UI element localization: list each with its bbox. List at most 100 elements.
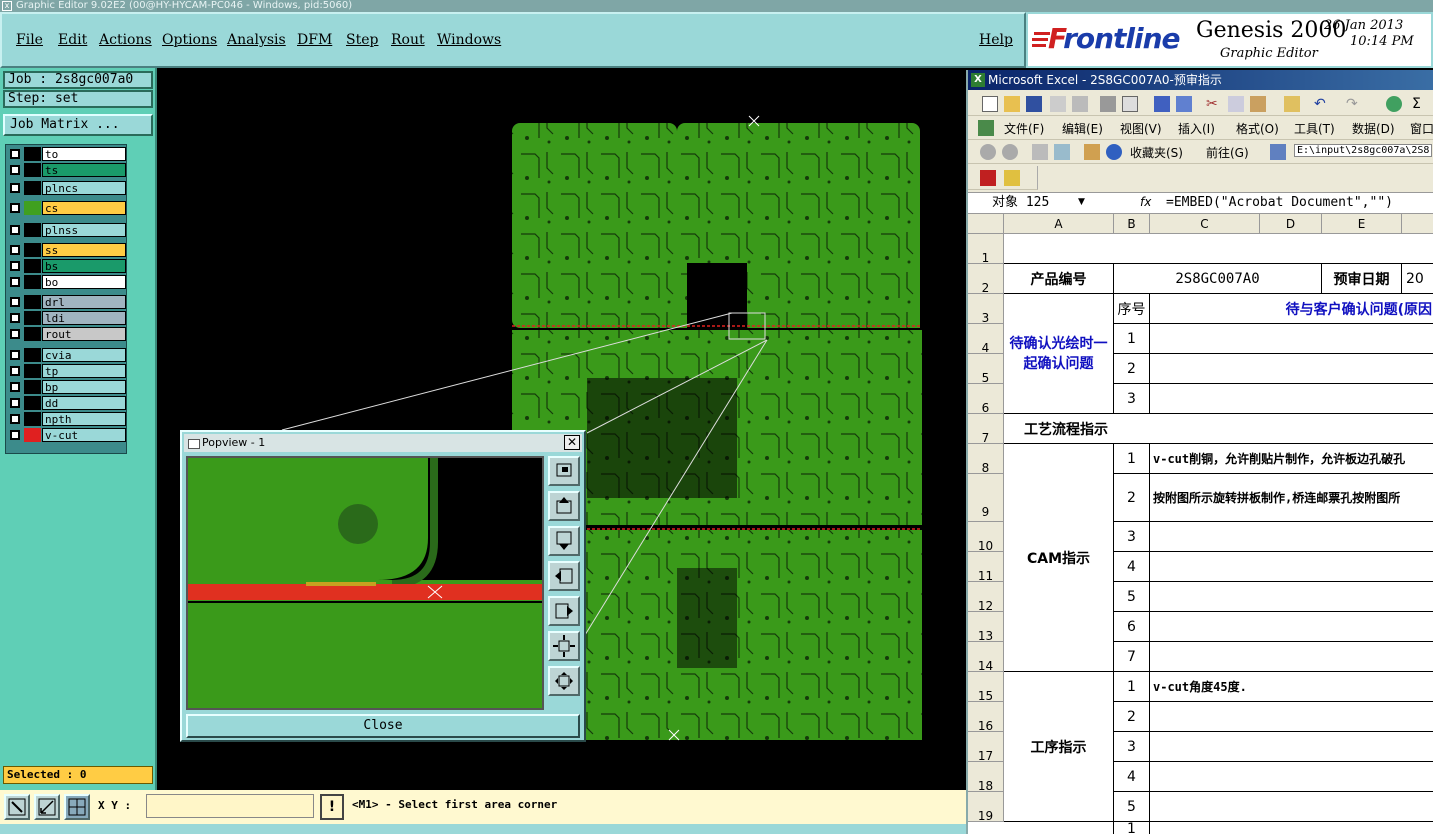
new-icon[interactable] (982, 96, 998, 112)
layer-checkbox[interactable] (10, 313, 20, 323)
layer-color-swatch[interactable] (24, 181, 41, 195)
popview-pan-right-button[interactable] (548, 596, 580, 626)
spelling-icon[interactable] (1154, 96, 1170, 112)
col-header-f[interactable] (1402, 214, 1433, 234)
layer-name[interactable]: to (42, 147, 126, 161)
content-cell[interactable] (1150, 762, 1433, 792)
layer-name[interactable]: plncs (42, 181, 126, 195)
menu-actions[interactable]: Actions (99, 32, 152, 48)
layer-color-swatch[interactable] (24, 380, 41, 394)
menu-dfm[interactable]: DFM (297, 32, 332, 48)
hyperlink-icon[interactable] (1386, 96, 1402, 112)
menu-rout[interactable]: Rout (391, 32, 425, 48)
layer-row-rout[interactable]: rout (8, 327, 126, 341)
layer-checkbox[interactable] (10, 203, 20, 213)
layer-checkbox[interactable] (10, 245, 20, 255)
layer-row-plnss[interactable]: plnss (8, 223, 126, 237)
row-header-4[interactable]: 4 (968, 324, 1004, 355)
content-cell[interactable] (1150, 792, 1433, 822)
select-mode-button[interactable] (4, 794, 30, 820)
paste-icon[interactable] (1250, 96, 1266, 112)
layer-name[interactable]: dd (42, 396, 126, 410)
seq-header[interactable]: 序号 (1114, 294, 1150, 324)
forward-icon[interactable] (1002, 144, 1018, 160)
excel-menu-insert[interactable]: 插入(I) (1178, 120, 1215, 137)
row-header-15[interactable]: 15 (968, 672, 1004, 703)
menu-analysis[interactable]: Analysis (227, 32, 286, 48)
excel-menu-data[interactable]: 数据(D) (1352, 120, 1395, 137)
content-cell[interactable] (1150, 612, 1433, 642)
layer-checkbox[interactable] (10, 225, 20, 235)
layer-color-swatch[interactable] (24, 327, 41, 341)
col-header-d[interactable]: D (1260, 214, 1322, 234)
row-header-14[interactable]: 14 (968, 642, 1004, 673)
row-header-10[interactable]: 10 (968, 522, 1004, 553)
layer-color-swatch[interactable] (24, 163, 41, 177)
layer-row-ss[interactable]: ss (8, 243, 126, 257)
menu-options[interactable]: Options (162, 32, 217, 48)
job-matrix-button[interactable]: Job Matrix ... (3, 114, 153, 136)
layer-name[interactable]: v-cut (42, 428, 126, 442)
excel-menu-format[interactable]: 格式(O) (1236, 120, 1279, 137)
layer-checkbox[interactable] (10, 414, 20, 424)
cam-instruction-2[interactable]: 按附图所示旋转拼板制作,桥连邮票孔按附图所 (1150, 474, 1433, 522)
measure-mode-button[interactable] (34, 794, 60, 820)
content-cell[interactable] (1150, 384, 1433, 414)
row-header-8[interactable]: 8 (968, 444, 1004, 475)
popview-zoom-out-button[interactable] (548, 666, 580, 696)
goto-menu[interactable]: 前往(G) (1206, 144, 1249, 161)
layer-row-npth[interactable]: npth (8, 412, 126, 426)
save-icon[interactable] (1026, 96, 1042, 112)
row-header-17[interactable]: 17 (968, 732, 1004, 763)
back-icon[interactable] (980, 144, 996, 160)
layer-color-swatch[interactable] (24, 275, 41, 289)
seq-cell[interactable]: 3 (1114, 732, 1150, 762)
layer-checkbox[interactable] (10, 366, 20, 376)
layer-color-swatch[interactable] (24, 348, 41, 362)
excel-menu-edit[interactable]: 编辑(E) (1062, 120, 1103, 137)
layer-color-swatch[interactable] (24, 223, 41, 237)
popview-zoom-home-button[interactable] (548, 456, 580, 486)
cam-instruction-1[interactable]: v-cut削铜，允许削贴片制作，允许板边孔破孔 (1150, 444, 1433, 474)
layer-row-dd[interactable]: dd (8, 396, 126, 410)
content-cell[interactable] (1150, 354, 1433, 384)
layer-name[interactable]: plnss (42, 223, 126, 237)
row-header-9[interactable]: 9 (968, 474, 1004, 522)
layer-row-bp[interactable]: bp (8, 380, 126, 394)
research-icon[interactable] (1176, 96, 1192, 112)
layer-checkbox[interactable] (10, 297, 20, 307)
customer-confirm-header[interactable]: 待与客户确认问题(原因 (1150, 294, 1433, 324)
layer-row-cs[interactable]: cs (8, 201, 126, 215)
warning-button[interactable]: ! (320, 794, 344, 820)
col-header-a[interactable]: A (1004, 214, 1114, 234)
content-cell[interactable] (1150, 642, 1433, 672)
layer-row-drl[interactable]: drl (8, 295, 126, 309)
seq-cell[interactable]: 4 (1114, 762, 1150, 792)
layer-row-tp[interactable]: tp (8, 364, 126, 378)
layer-name[interactable]: rout (42, 327, 126, 341)
layer-color-swatch[interactable] (24, 147, 41, 161)
layer-name[interactable]: cvia (42, 348, 126, 362)
seq-cell[interactable]: 2 (1114, 354, 1150, 384)
web-address-field[interactable]: E:\input\2s8gc007a\2S8 (1294, 144, 1433, 157)
layer-color-swatch[interactable] (24, 428, 41, 442)
layer-name[interactable]: drl (42, 295, 126, 309)
grid-snap-button[interactable] (64, 794, 90, 820)
seq-cell[interactable]: 3 (1114, 384, 1150, 414)
row-header-19[interactable]: 19 (968, 792, 1004, 823)
col-header-c[interactable]: C (1150, 214, 1260, 234)
favorites-menu[interactable]: 收藏夹(S) (1130, 144, 1183, 161)
content-cell[interactable] (1150, 324, 1433, 354)
layer-color-swatch[interactable] (24, 201, 41, 215)
layer-name[interactable]: bo (42, 275, 126, 289)
row-header-2[interactable]: 2 (968, 264, 1004, 295)
layer-name[interactable]: tp (42, 364, 126, 378)
layer-name[interactable]: ts (42, 163, 126, 177)
content-cell[interactable] (1150, 582, 1433, 612)
layer-checkbox[interactable] (10, 165, 20, 175)
formula-input[interactable]: =EMBED("Acrobat Document","") (1166, 194, 1393, 212)
seq-cell[interactable]: 7 (1114, 642, 1150, 672)
menu-file[interactable]: File (16, 32, 43, 48)
process-flow-label[interactable]: 工艺流程指示 (1004, 414, 1433, 444)
menu-help[interactable]: Help (979, 32, 1013, 48)
